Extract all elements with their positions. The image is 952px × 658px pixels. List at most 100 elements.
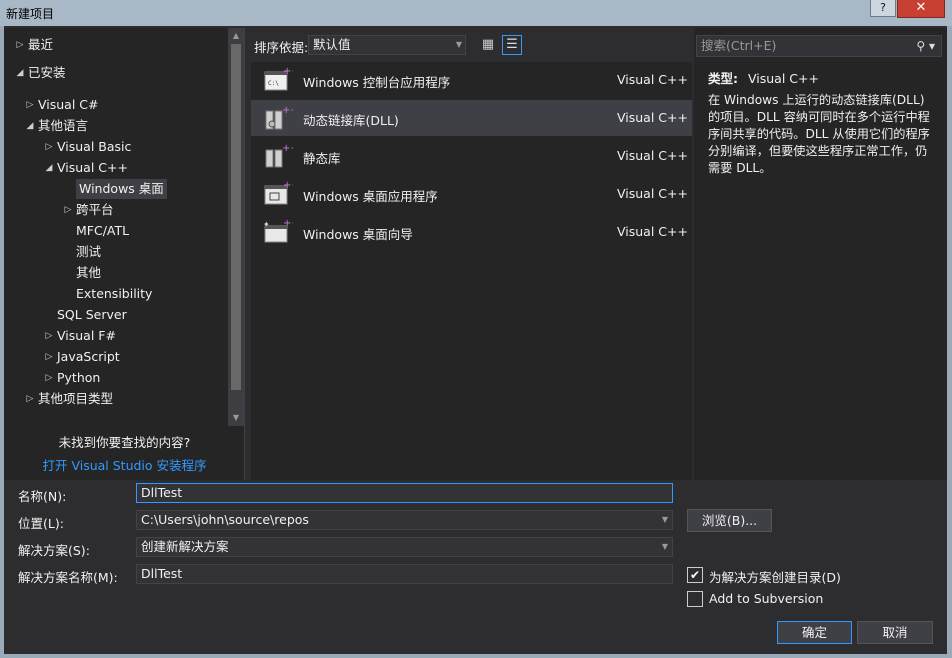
solution-name-input[interactable]: DllTest [136,564,673,584]
tree-item-label: Visual F# [57,328,116,343]
tree-item-label: Visual C# [38,97,99,112]
expanded-arrow-icon[interactable]: ◢ [25,116,35,136]
collapsed-arrow-icon[interactable]: ▷ [44,137,54,157]
sort-dropdown[interactable]: 默认值 ▼ [308,35,466,55]
not-found-text: 未找到你要查找的内容? [58,435,191,450]
cancel-button[interactable]: 取消 [857,621,933,644]
template-item-desktop-wizard[interactable]: ✦ ++ Windows 桌面向导 Visual C++ [251,214,692,250]
open-installer-link[interactable]: 打开 Visual Studio 安装程序 [4,455,245,474]
template-name: 动态链接库(DLL) [303,113,399,128]
template-language: Visual C++ [617,72,688,87]
tree-item-label: 已安装 [28,65,66,80]
search-input[interactable]: 搜索(Ctrl+E) ⚲ ▾ [696,35,942,57]
tree-item[interactable]: 测试 [76,242,101,262]
chevron-down-icon[interactable]: ▼ [662,511,668,529]
tree-item[interactable]: 其他 [76,263,101,283]
tree-item[interactable]: ◢ Visual C++ [46,158,128,178]
template-name: Windows 桌面应用程序 [303,189,438,204]
grid-view-icon[interactable]: ▦ [478,35,498,55]
desktop-app-icon: ++ [264,180,293,205]
svg-text:++: ++ [283,180,293,191]
template-list: C:\ ++ Windows 控制台应用程序 Visual C++ ++ 动态链… [251,62,692,480]
add-subversion-label: Add to Subversion [709,591,824,606]
type-label: 类型: [708,71,738,86]
name-label: 名称(N): [18,489,67,504]
template-language: Visual C++ [617,224,688,239]
tree-item[interactable]: ▷ Visual F# [46,326,116,346]
location-label: 位置(L): [18,516,64,531]
svg-text:C:\: C:\ [268,80,279,87]
scroll-thumb[interactable] [231,44,241,390]
create-directory-label: 为解决方案创建目录(D) [709,570,841,585]
chevron-down-icon[interactable]: ▼ [662,538,668,556]
tree-item[interactable]: MFC/ATL [76,221,129,241]
collapsed-arrow-icon[interactable]: ▷ [25,95,35,115]
window-title: 新建项目 [6,7,55,21]
tree-item-label: MFC/ATL [76,223,130,238]
template-description: 在 Windows 上运行的动态链接库(DLL)的项目。DLL 容纳可同时在多个… [708,93,930,175]
browse-button[interactable]: 浏览(B)... [687,509,772,532]
tree-scrollbar[interactable]: ▲ ▼ [228,28,244,426]
tree-item[interactable]: ▷ Visual C# [27,95,99,115]
expanded-arrow-icon[interactable]: ◢ [44,158,54,178]
tree-item[interactable]: ▷ 其他项目类型 [27,389,113,409]
tree-item[interactable]: SQL Server [57,305,127,325]
close-button[interactable]: ✕ [897,0,945,18]
collapsed-arrow-icon[interactable]: ▷ [44,368,54,388]
tree-item-label: 其他语言 [38,118,89,133]
tree-item[interactable]: Windows 桌面 [76,179,167,199]
tree-item[interactable]: ◢ 其他语言 [27,116,89,136]
solution-name-label: 解决方案名称(M): [18,570,118,585]
template-item-console[interactable]: C:\ ++ Windows 控制台应用程序 Visual C++ [251,62,692,98]
list-view-icon[interactable]: ☰ [502,35,522,55]
tree-item[interactable]: ▷ Python [46,368,101,388]
scroll-down-icon[interactable]: ▼ [228,410,244,426]
create-directory-checkbox[interactable]: ✔ [687,567,703,583]
tree-item-label: Python [57,370,101,385]
sort-label: 排序依据: [254,40,309,55]
tree-item-label: Visual Basic [57,139,132,154]
title-bar: 新建项目 ? ✕ [0,0,952,26]
ok-button[interactable]: 确定 [777,621,852,644]
category-tree: ▷ 最近 ◢ 已安装 ▷ Visual C# ◢ 其他语言 ▷ Visual Basic ◢ Visu… [4,28,228,428]
template-item-static-lib[interactable]: ++ 静态库 Visual C++ [251,138,692,174]
collapsed-arrow-icon[interactable]: ▷ [44,326,54,346]
solution-combo[interactable]: 创建新解决方案 ▼ [136,537,673,557]
template-item-desktop-app[interactable]: ++ Windows 桌面应用程序 Visual C++ [251,176,692,212]
tree-item-label: 其他 [76,265,102,280]
template-language: Visual C++ [617,148,688,163]
sort-value: 默认值 [313,37,351,52]
chevron-down-icon: ▼ [455,40,462,49]
details-panel: 搜索(Ctrl+E) ⚲ ▾ 类型: Visual C++ 在 Windows … [694,28,947,480]
tree-item-label: Extensibility [76,286,153,301]
collapsed-arrow-icon[interactable]: ▷ [44,347,54,367]
tree-item[interactable]: ▷ JavaScript [46,347,120,367]
tree-item[interactable]: ◢ 已安装 [17,63,66,83]
template-name: Windows 控制台应用程序 [303,75,451,90]
expanded-arrow-icon[interactable]: ◢ [15,63,25,83]
template-name: Windows 桌面向导 [303,227,413,242]
search-icon[interactable]: ⚲ ▾ [916,36,935,56]
location-combo[interactable]: C:\Users\john\source\repos ▼ [136,510,673,530]
tree-item[interactable]: ▷ 跨平台 [65,200,114,220]
project-name-input[interactable]: DllTest [136,483,673,503]
type-row: 类型: Visual C++ [708,68,819,87]
svg-text:++: ++ [282,105,293,116]
add-subversion-checkbox[interactable] [687,591,703,607]
svg-text:✦: ✦ [263,220,270,229]
collapsed-arrow-icon[interactable]: ▷ [63,200,73,220]
console-app-icon: C:\ ++ [264,66,293,91]
collapsed-arrow-icon[interactable]: ▷ [25,389,35,409]
dialog-body: ▷ 最近 ◢ 已安装 ▷ Visual C# ◢ 其他语言 ▷ Visual Basic ◢ Visu… [4,26,947,654]
tree-item[interactable]: Extensibility [76,284,152,304]
template-item-dll[interactable]: ++ 动态链接库(DLL) Visual C++ [251,100,692,136]
tree-item[interactable]: ▷ 最近 [17,35,53,55]
help-button[interactable]: ? [870,0,896,17]
collapsed-arrow-icon[interactable]: ▷ [15,35,25,55]
tree-item-label: 测试 [76,244,102,259]
type-value: Visual C++ [747,71,819,86]
template-language: Visual C++ [617,110,688,125]
scroll-up-icon[interactable]: ▲ [228,28,244,44]
solution-label: 解决方案(S): [18,543,90,558]
tree-item[interactable]: ▷ Visual Basic [46,137,132,157]
